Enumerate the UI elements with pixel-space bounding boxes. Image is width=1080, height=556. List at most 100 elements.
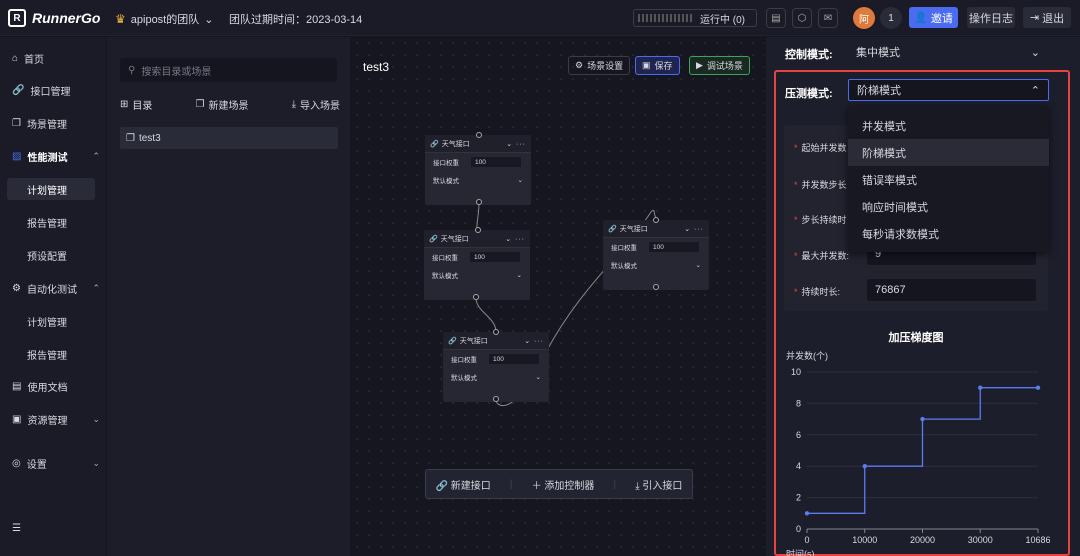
- link-icon: 🔗: [448, 337, 457, 345]
- weight-input[interactable]: 100: [489, 354, 539, 364]
- nav-label: 报告管理: [27, 350, 67, 362]
- pressure-chart: 并发数(个) 时间(s) 0 2 4 6 8 10 0 10000 20000 30000 1068…: [786, 350, 1051, 556]
- search-input[interactable]: ⚲ 搜索目录或场景: [120, 58, 337, 82]
- doc-icon[interactable]: ▤: [766, 8, 786, 28]
- cube-icon[interactable]: ⬡: [792, 8, 812, 28]
- sidebar-item-auto-report[interactable]: 报告管理: [14, 343, 102, 365]
- start-concurrency-label: * 起始并发数: [794, 143, 847, 153]
- sidebar-item-api[interactable]: 🔗 接口管理: [12, 79, 100, 101]
- add-controller-button[interactable]: ＋ 添加控制器: [532, 477, 595, 492]
- sidebar-item-docs[interactable]: ▤ 使用文档: [12, 375, 100, 397]
- nav-label: 场景管理: [26, 119, 67, 131]
- pressure-mode-select[interactable]: 阶梯模式 ⌃: [848, 79, 1049, 101]
- exit-icon: ⇥: [1029, 12, 1040, 24]
- team-selector[interactable]: ♛ apipost的团队 ⌄: [115, 11, 213, 27]
- more-icon[interactable]: ⌄ ···: [524, 337, 544, 345]
- more-icon[interactable]: ⌄ ···: [505, 235, 525, 243]
- dir-button[interactable]: ⊞ 目录: [120, 97, 152, 112]
- data-point: [1035, 385, 1041, 390]
- node-port[interactable]: [475, 227, 481, 233]
- series-line: [807, 387, 1038, 514]
- mode-select: 默认模式: [432, 273, 458, 280]
- sidebar-item-auto-plan[interactable]: 计划管理: [14, 310, 102, 332]
- node-port[interactable]: [493, 396, 499, 402]
- sidebar-item-preset[interactable]: 预设配置: [14, 244, 102, 266]
- pressure-mode-label: 压测模式:: [785, 88, 833, 100]
- invite-label: 邀请: [930, 12, 953, 25]
- message-icon[interactable]: ✉: [818, 8, 838, 28]
- new-scene-label: 新建场景: [208, 101, 249, 112]
- duration-input[interactable]: 76867: [867, 279, 1036, 301]
- scene-icon: ❐: [126, 132, 135, 144]
- dropdown-option[interactable]: 错误率模式: [848, 166, 1049, 193]
- more-icon[interactable]: ⌄ ···: [506, 140, 526, 148]
- pressure-mode-dropdown: 并发模式 阶梯模式 错误率模式 响应时间模式 每秒请求数模式: [848, 106, 1049, 252]
- node-mode-row[interactable]: 默认模式 ⌄: [603, 256, 709, 274]
- search-icon: ⚲: [128, 64, 136, 76]
- sidebar-item-resource[interactable]: ▣ 资源管理 ⌄: [12, 408, 100, 430]
- weight-input[interactable]: 100: [470, 252, 520, 262]
- node-port[interactable]: [653, 284, 659, 290]
- link-icon: 🔗: [435, 480, 451, 492]
- node-port[interactable]: [493, 329, 499, 335]
- dropdown-option[interactable]: 响应时间模式: [848, 193, 1049, 220]
- avatar[interactable]: 阿: [853, 7, 875, 29]
- new-api-button[interactable]: 🔗 新建接口: [436, 477, 491, 492]
- y-tick-label: 8: [796, 398, 801, 408]
- notification-count[interactable]: 1: [880, 7, 902, 29]
- sidebar-item-scene[interactable]: ❐ 场景管理: [12, 112, 100, 134]
- nav-label: 使用文档: [27, 382, 68, 394]
- api-node[interactable]: 🔗 天气接口 ⌄ ··· 接口权重 100 默认模式 ⌄: [424, 230, 530, 300]
- sidebar-item-home[interactable]: ⌂ 首页: [12, 47, 100, 69]
- search-placeholder: 搜索目录或场景: [141, 66, 212, 78]
- new-api-label: 新建接口: [450, 480, 491, 492]
- canvas-toolbar: 🔗 新建接口 | ＋ 添加控制器 | ⤓ 引入接口: [425, 469, 693, 499]
- app-logo[interactable]: R RunnerGo: [8, 9, 100, 27]
- api-node[interactable]: 🔗 天气接口 ⌄ ··· 接口权重 100 默认模式 ⌄: [603, 220, 709, 290]
- node-weight-row: 接口权重 100: [443, 350, 549, 368]
- sidebar-item-auto[interactable]: ⚙ 自动化测试 ⌃: [12, 277, 100, 299]
- node-mode-row[interactable]: 默认模式 ⌄: [443, 368, 549, 386]
- sidebar-item-plan[interactable]: 计划管理: [7, 178, 95, 200]
- sidebar: ⌂ 首页 🔗 接口管理 ❐ 场景管理 ▨ 性能测试 ⌃ 计划管理 报告管理 预设配置 ⚙ 自…: [0, 37, 106, 556]
- more-icon[interactable]: ⌄ ···: [684, 225, 704, 233]
- dropdown-option[interactable]: 并发模式: [848, 112, 1049, 139]
- node-title: 天气接口: [619, 225, 648, 233]
- api-node[interactable]: 🔗 天气接口 ⌄ ··· 接口权重 100 默认模式 ⌄: [443, 332, 549, 402]
- exit-label: 退出: [1042, 12, 1065, 25]
- weight-input[interactable]: 100: [471, 157, 521, 167]
- invite-button[interactable]: 👤 邀请: [909, 7, 958, 28]
- chevron-down-icon: ⌄: [92, 413, 100, 424]
- tree-item-scene[interactable]: ❐ test3: [120, 127, 338, 149]
- op-log-button[interactable]: 操作日志: [967, 7, 1015, 28]
- run-status-text: 运行中 (0): [700, 14, 745, 26]
- import-api-button[interactable]: ⤓ 引入接口: [635, 477, 682, 492]
- dropdown-option-selected[interactable]: 阶梯模式: [848, 139, 1049, 166]
- node-port[interactable]: [653, 217, 659, 223]
- start-label-text: 起始并发数: [801, 143, 847, 153]
- chevron-down-icon: ⌄: [92, 457, 100, 468]
- sidebar-item-report[interactable]: 报告管理: [14, 211, 102, 233]
- chevron-down-icon: ⌄: [695, 262, 701, 269]
- node-port[interactable]: [476, 132, 482, 138]
- import-scene-button[interactable]: ⤓ 导入场景: [292, 97, 340, 112]
- dropdown-option[interactable]: 每秒请求数模式: [848, 220, 1049, 247]
- control-mode-select[interactable]: 集中模式 ⌄: [848, 41, 1048, 63]
- weight-input[interactable]: 100: [649, 242, 699, 252]
- exit-button[interactable]: ⇥ 退出: [1023, 7, 1071, 28]
- step-label: * 并发数步长: [794, 180, 847, 190]
- node-mode-row[interactable]: 默认模式 ⌄: [424, 266, 530, 284]
- run-status[interactable]: 运行中 (0): [633, 9, 757, 27]
- step-label-text: 并发数步长: [801, 180, 847, 190]
- node-mode-row[interactable]: 默认模式 ⌄: [425, 171, 531, 189]
- api-node[interactable]: 🔗 天气接口 ⌄ ··· 接口权重 100 默认模式 ⌄: [425, 135, 531, 205]
- chart-title: 加压梯度图: [888, 332, 944, 344]
- sidebar-item-perf[interactable]: ▨ 性能测试 ⌃: [12, 145, 100, 167]
- new-scene-button[interactable]: ❐ 新建场景: [196, 97, 249, 112]
- node-port[interactable]: [473, 294, 479, 300]
- y-axis-label: 并发数(个): [786, 350, 828, 361]
- user-add-icon: 👤: [914, 12, 928, 24]
- collapse-menu-icon[interactable]: ☰: [12, 517, 100, 539]
- node-port[interactable]: [476, 199, 482, 205]
- sidebar-item-settings[interactable]: ◎ 设置 ⌄: [12, 452, 100, 474]
